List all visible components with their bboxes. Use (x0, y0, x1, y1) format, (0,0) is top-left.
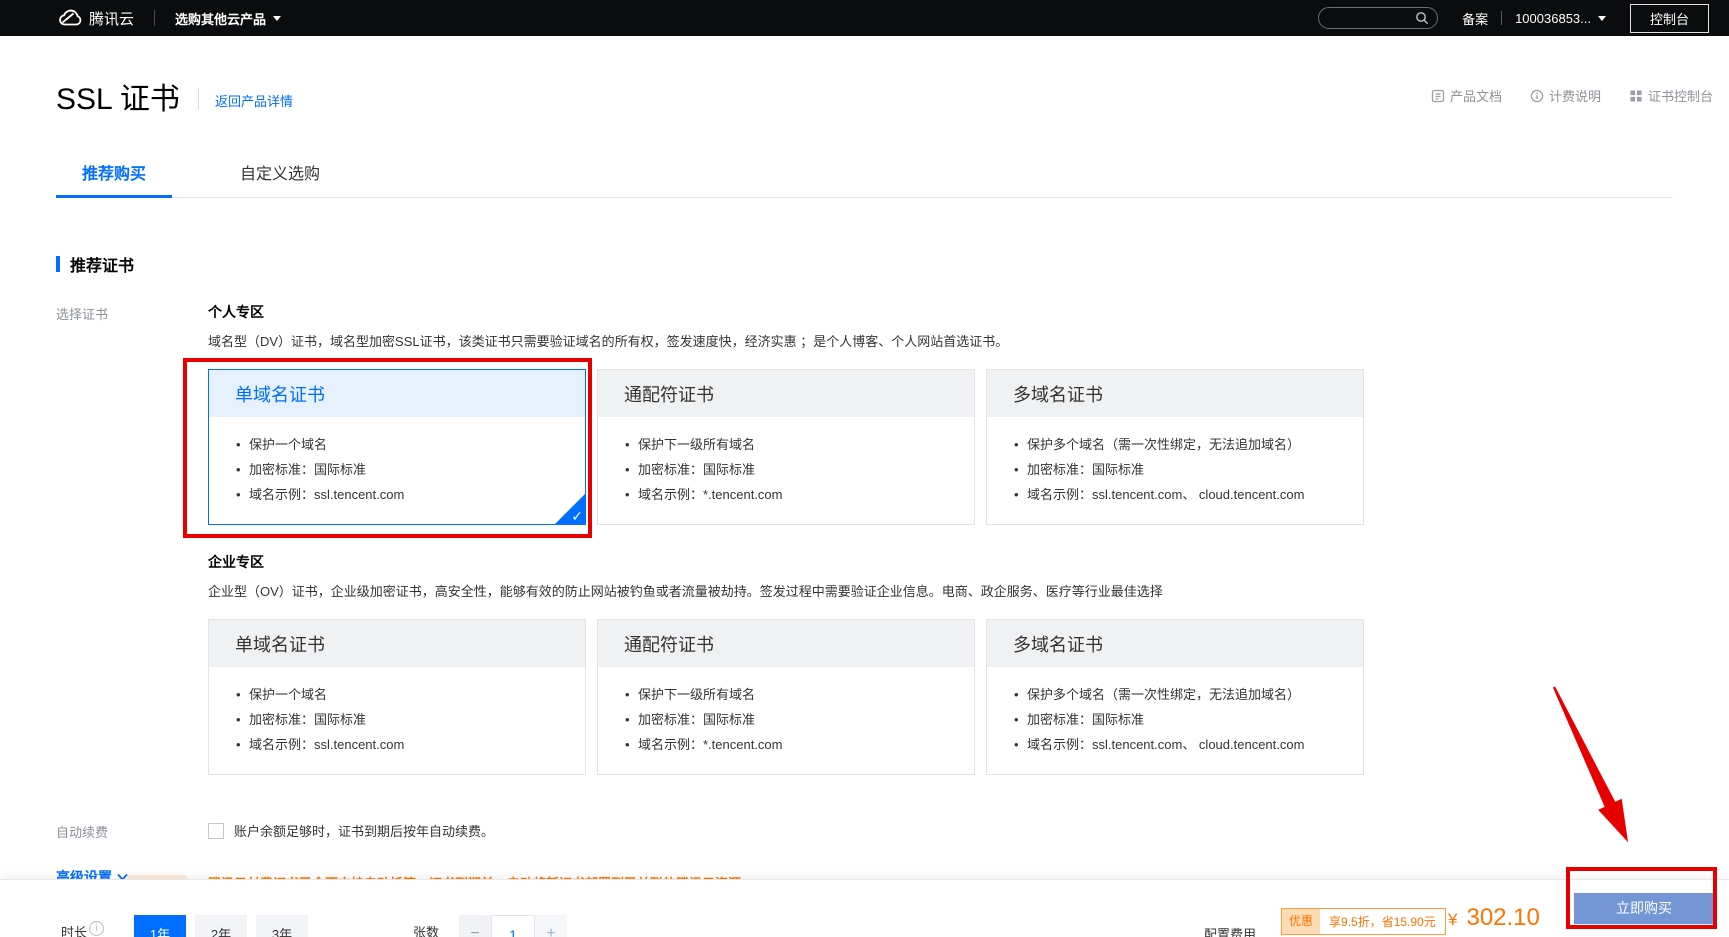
cert-console-link[interactable]: 证书控制台 (1629, 86, 1713, 105)
purchase-tabs: 推荐购买 自定义选购 (56, 152, 1673, 198)
chevron-down-icon (1598, 16, 1606, 21)
section-title-text: 推荐证书 (70, 252, 134, 276)
search-icon (1415, 11, 1429, 25)
cert-card-title: 通配符证书 (598, 620, 974, 667)
console-button[interactable]: 控制台 (1630, 4, 1709, 33)
personal-zone-title: 个人专区 (208, 302, 1729, 322)
topbar-divider (154, 10, 155, 26)
title-divider (198, 88, 199, 110)
page-head: SSL 证书 返回产品详情 产品文档 计费说明 (56, 74, 1729, 118)
personal-cards: 单域名证书 保护一个域名 加密标准：国际标准 域名示例：ssl.tencent.… (208, 369, 1729, 525)
cert-card-bullets: 保护一个域名 加密标准：国际标准 域名示例：ssl.tencent.com (209, 682, 585, 757)
section-title: 推荐证书 (56, 252, 1729, 276)
chevron-down-icon (273, 16, 281, 21)
quantity-input[interactable]: 1 (491, 915, 535, 937)
topbar-divider (1501, 11, 1502, 25)
cert-card-title: 多域名证书 (987, 620, 1363, 667)
annotated-card-wrap: 单域名证书 保护一个域名 加密标准：国际标准 域名示例：ssl.tencent.… (208, 369, 586, 525)
price-value: 302.10 (1466, 904, 1539, 932)
account-id: 100036853... (1515, 11, 1591, 26)
brand-text: 腾讯云 (89, 8, 134, 29)
grid-icon (1629, 89, 1643, 103)
cert-card-title: 单域名证书 (209, 370, 585, 417)
duration-options: 1年 2年 3年 (134, 915, 308, 937)
auto-renew-desc: 账户余额足够时，证书到期后按年自动续费。 (234, 821, 494, 840)
cert-card-single-domain[interactable]: 单域名证书 保护一个域名 加密标准：国际标准 域名示例：ssl.tencent.… (208, 369, 586, 525)
cert-card-wildcard-ov[interactable]: 通配符证书 保护下一级所有域名 加密标准：国际标准 域名示例：*.tencent… (597, 619, 975, 775)
discount-badge: 优惠 享9.5折，省15.90元 (1281, 908, 1446, 935)
doc-icon (1431, 89, 1445, 103)
select-cert-label: 选择证书 (56, 302, 208, 802)
buy-bar: 时长 i 1年 2年 3年 张数 − 1 + 配置费用 优惠 享9.5折，省15… (0, 880, 1729, 937)
duration-3year-button[interactable]: 3年 (256, 915, 308, 937)
select-cert-row: 选择证书 个人专区 域名型（DV）证书，域名型加密SSL证书，该类证书只需要验证… (56, 302, 1729, 802)
auto-renew-row: 自动续费 账户余额足够时，证书到期后按年自动续费。 (56, 820, 1729, 841)
tab-custom[interactable]: 自定义选购 (214, 152, 346, 198)
cert-card-bullets: 保护多个域名（需一次性绑定，无法追加域名） 加密标准：国际标准 域名示例：ssl… (987, 682, 1363, 757)
cert-card-title: 单域名证书 (209, 620, 585, 667)
billing-info-label: 计费说明 (1549, 86, 1601, 105)
section-accent-bar (56, 256, 60, 272)
duration-2year-button[interactable]: 2年 (195, 915, 247, 937)
cost-label: 配置费用 (1204, 924, 1256, 937)
product-docs-label: 产品文档 (1450, 86, 1502, 105)
account-menu[interactable]: 100036853... (1515, 11, 1606, 26)
nav-other-cloud-products-label: 选购其他云产品 (175, 9, 266, 28)
cert-card-bullets: 保护下一级所有域名 加密标准：国际标准 域名示例：*.tencent.com (598, 682, 974, 757)
discount-text: 享9.5折，省15.90元 (1320, 913, 1445, 930)
tencent-cloud-logo[interactable]: 腾讯云 (58, 8, 134, 29)
cert-form: 选择证书 个人专区 域名型（DV）证书，域名型加密SSL证书，该类证书只需要验证… (56, 302, 1729, 919)
enterprise-zone-title: 企业专区 (208, 552, 1729, 572)
discount-tag: 优惠 (1282, 909, 1320, 934)
quantity-plus-button[interactable]: + (535, 915, 567, 937)
page: 腾讯云 选购其他云产品 备案 100036853... 控制台 (0, 0, 1729, 937)
info-icon (1530, 89, 1544, 103)
cert-card-multi-domain[interactable]: 多域名证书 保护多个域名（需一次性绑定，无法追加域名） 加密标准：国际标准 域名… (986, 369, 1364, 525)
nav-other-cloud-products[interactable]: 选购其他云产品 (175, 9, 281, 28)
beian-link[interactable]: 备案 (1462, 9, 1488, 28)
buy-now-button[interactable]: 立即购买 (1574, 893, 1714, 924)
page-title: SSL 证书 (56, 74, 180, 118)
product-docs-link[interactable]: 产品文档 (1431, 86, 1502, 105)
cert-card-bullets: 保护一个域名 加密标准：国际标准 域名示例：ssl.tencent.com (209, 432, 585, 507)
cert-console-label: 证书控制台 (1648, 86, 1713, 105)
cloud-logo-icon (58, 9, 82, 27)
personal-zone-desc: 域名型（DV）证书，域名型加密SSL证书，该类证书只需要验证域名的所有权，签发速… (208, 331, 1729, 350)
enterprise-zone-desc: 企业型（OV）证书，企业级加密证书，高安全性，能够有效的防止网站被钓鱼或者流量被… (208, 581, 1729, 600)
currency-symbol: ¥ (1448, 910, 1457, 930)
cert-card-multi-domain-ov[interactable]: 多域名证书 保护多个域名（需一次性绑定，无法追加域名） 加密标准：国际标准 域名… (986, 619, 1364, 775)
total-price: ¥ 302.10 (1448, 904, 1540, 932)
tab-recommended[interactable]: 推荐购买 (56, 152, 172, 198)
duration-label: 时长 (61, 922, 87, 937)
cert-card-single-domain-ov[interactable]: 单域名证书 保护一个域名 加密标准：国际标准 域名示例：ssl.tencent.… (208, 619, 586, 775)
duration-1year-button[interactable]: 1年 (134, 915, 186, 937)
cert-card-title: 多域名证书 (987, 370, 1363, 417)
quantity-minus-button[interactable]: − (459, 915, 491, 937)
search-input[interactable] (1318, 7, 1438, 29)
quantity-label: 张数 (413, 922, 439, 937)
billing-info-link[interactable]: 计费说明 (1530, 86, 1601, 105)
auto-renew-checkbox[interactable] (208, 823, 224, 839)
cert-card-bullets: 保护下一级所有域名 加密标准：国际标准 域名示例：*.tencent.com (598, 432, 974, 507)
cert-card-bullets: 保护多个域名（需一次性绑定，无法追加域名） 加密标准：国际标准 域名示例：ssl… (987, 432, 1363, 507)
head-links: 产品文档 计费说明 证书控制台 (1431, 86, 1713, 105)
cert-card-title: 通配符证书 (598, 370, 974, 417)
back-to-product-link[interactable]: 返回产品详情 (215, 91, 293, 110)
enterprise-cards: 单域名证书 保护一个域名 加密标准：国际标准 域名示例：ssl.tencent.… (208, 619, 1729, 775)
auto-renew-label: 自动续费 (56, 820, 208, 841)
info-icon[interactable]: i (89, 921, 104, 936)
selected-check-icon (554, 493, 586, 525)
cert-card-wildcard[interactable]: 通配符证书 保护下一级所有域名 加密标准：国际标准 域名示例：*.tencent… (597, 369, 975, 525)
topbar: 腾讯云 选购其他云产品 备案 100036853... 控制台 (0, 0, 1729, 36)
